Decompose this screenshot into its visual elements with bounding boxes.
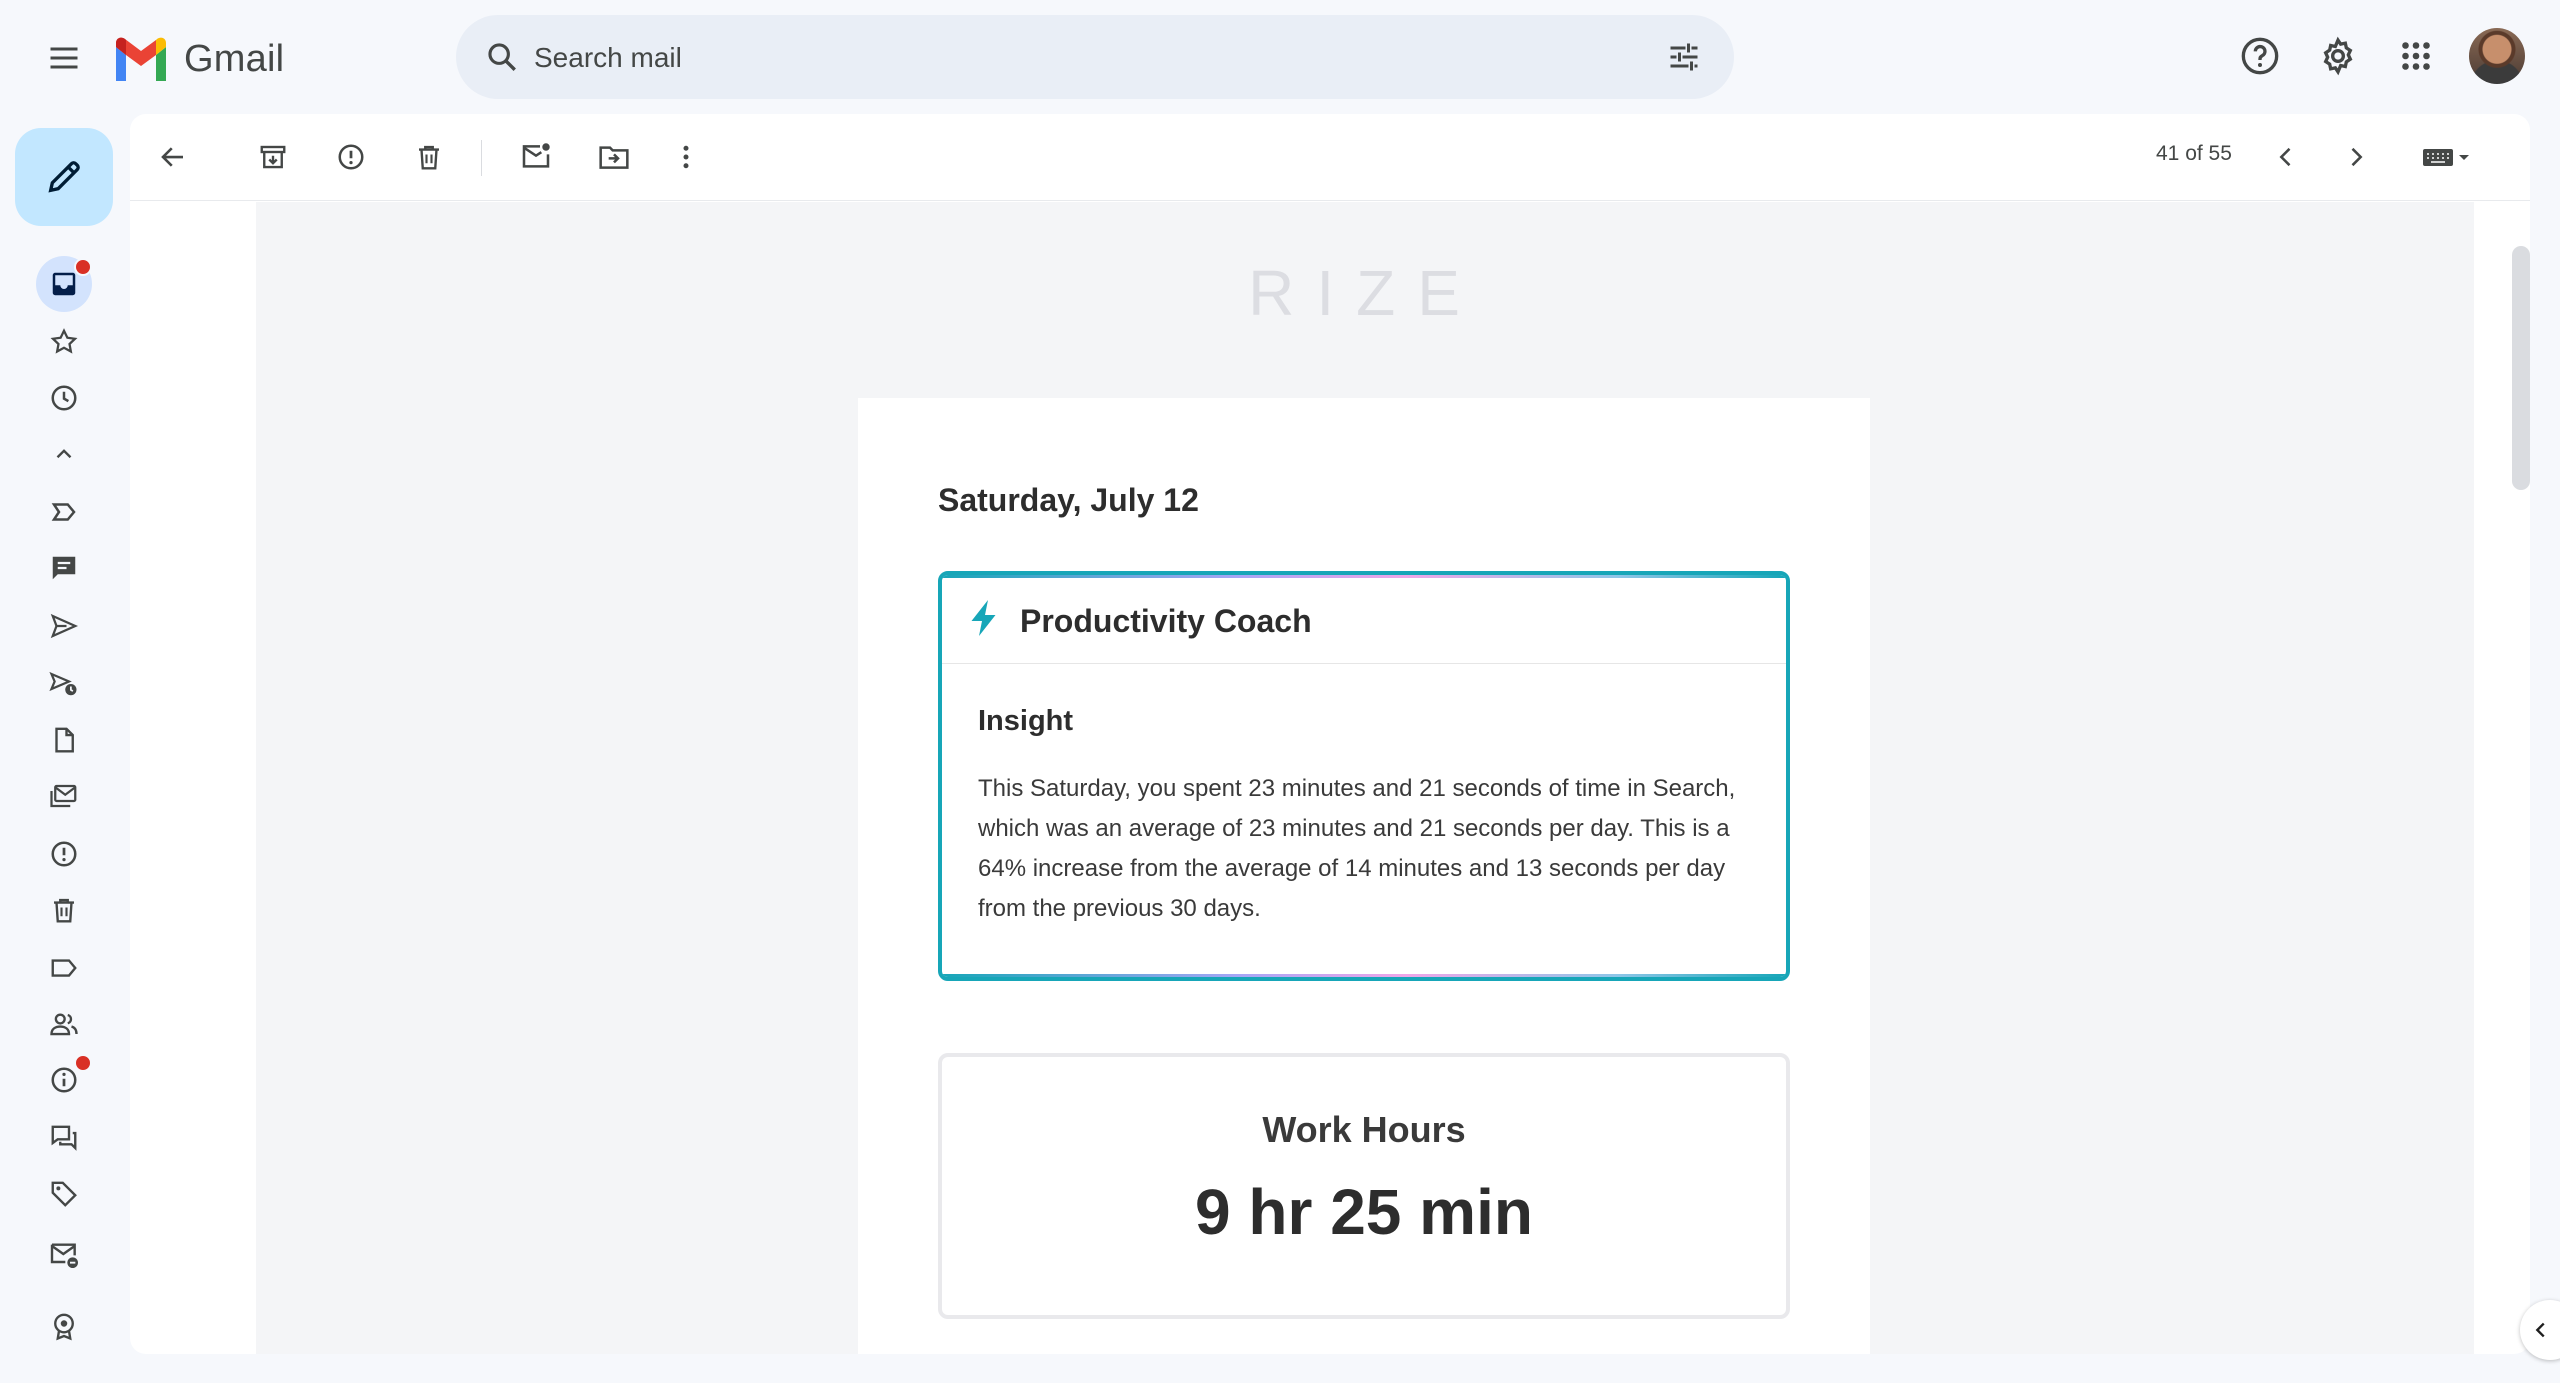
more-vert-icon (683, 145, 689, 169)
apps-grid-icon[interactable] (2384, 24, 2448, 88)
mail-badge-icon (50, 1243, 78, 1268)
people-icon (50, 1013, 78, 1036)
rail-all-mail[interactable] (36, 772, 92, 820)
forum-icon (51, 1125, 77, 1151)
older-button[interactable] (2333, 134, 2379, 180)
info-icon (51, 1067, 77, 1093)
search-input[interactable] (532, 15, 1596, 101)
all-mail-icon (50, 784, 77, 808)
compose-button[interactable] (15, 128, 113, 226)
gmail-wordmark: Gmail (184, 37, 285, 80)
back-button[interactable] (150, 134, 196, 180)
message-panel: 41 of 55 RIZE Saturday, July 12 Producti… (130, 114, 2530, 1354)
spam-icon (51, 841, 77, 867)
spam-icon (338, 144, 364, 170)
keyboard-icon (2423, 149, 2453, 166)
pencil-icon (48, 161, 80, 193)
gmail-m-icon (116, 37, 166, 81)
email-content-card: Saturday, July 12 Productivity Coach Ins… (858, 398, 1870, 1354)
message-counter: 41 of 55 (2156, 142, 2232, 165)
lightning-icon (964, 597, 1006, 639)
chevron-up-icon (56, 449, 72, 459)
rail-snoozed[interactable] (36, 374, 92, 422)
productivity-coach-card: Productivity Coach Insight This Saturday… (938, 571, 1790, 981)
search-bar[interactable] (456, 15, 1734, 101)
caret-down-icon (2459, 155, 2469, 160)
brand-logo-text: RIZE (1248, 257, 1482, 329)
trash-icon (54, 898, 74, 923)
send-icon (50, 613, 79, 639)
arrow-left-icon (161, 147, 183, 167)
chevron-left-icon (2535, 1322, 2545, 1338)
message-toolbar: 41 of 55 (130, 114, 2530, 201)
rail-important[interactable] (36, 488, 92, 536)
rail-social[interactable] (36, 1000, 92, 1048)
rail-spam[interactable] (36, 830, 92, 878)
work-hours-title: Work Hours (1262, 1109, 1466, 1150)
newer-button[interactable] (2263, 134, 2309, 180)
label-important-icon (51, 503, 76, 521)
report-spam-button[interactable] (328, 134, 374, 180)
archive-button[interactable] (250, 134, 296, 180)
rail-drafts[interactable] (36, 716, 92, 764)
delete-button[interactable] (406, 134, 452, 180)
search-options-icon[interactable] (1656, 29, 1712, 85)
input-tools-button[interactable] (2404, 134, 2490, 180)
help-icon[interactable] (2228, 24, 2292, 88)
scheduled-send-icon (49, 671, 77, 696)
rail-forums[interactable] (36, 1114, 92, 1162)
chevron-left-icon (2279, 147, 2291, 167)
email-date-heading: Saturday, July 12 (938, 482, 1199, 518)
draft-icon (55, 727, 74, 753)
rail-mail-badge[interactable] (36, 1230, 92, 1278)
settings-icon[interactable] (2306, 24, 2370, 88)
chat-icon (52, 556, 76, 580)
move-folder-icon (599, 146, 629, 169)
rail-trash[interactable] (36, 886, 92, 934)
inbox-icon (52, 272, 76, 296)
insight-heading: Insight (978, 705, 1074, 737)
rail-promotions[interactable] (36, 1170, 92, 1218)
mark-unread-button[interactable] (513, 134, 559, 180)
archive-icon (260, 145, 286, 169)
toolbar-divider (481, 140, 482, 176)
rail-updates[interactable] (36, 1054, 92, 1104)
scrollbar-thumb[interactable] (2512, 246, 2530, 490)
tag-icon (51, 1181, 77, 1207)
rail-sent[interactable] (36, 602, 92, 650)
gmail-logo[interactable]: Gmail (112, 30, 284, 88)
more-options-button[interactable] (663, 134, 709, 180)
rail-starred[interactable] (36, 318, 92, 366)
rail-rewards[interactable] (36, 1302, 92, 1350)
clock-icon (51, 385, 77, 411)
rail-label[interactable] (36, 944, 92, 992)
star-icon (50, 328, 78, 354)
move-to-button[interactable] (591, 134, 637, 180)
account-avatar[interactable] (2469, 28, 2525, 84)
insight-body: This Saturday, you spent 23 minutes and … (978, 775, 1736, 922)
coach-card-title: Productivity Coach (1020, 603, 1312, 639)
main-menu-button[interactable] (30, 24, 98, 92)
work-hours-value: 9 hr 25 min (1195, 1176, 1533, 1248)
rail-scheduled[interactable] (36, 660, 92, 708)
coach-card-header: Productivity Coach (942, 575, 1786, 664)
rail-inbox[interactable] (36, 256, 92, 312)
rail-collapse[interactable] (36, 430, 92, 478)
award-icon (54, 1313, 74, 1341)
chevron-right-icon (2351, 147, 2363, 167)
work-hours-card: Work Hours 9 hr 25 min (938, 1053, 1790, 1319)
mark-unread-icon (522, 143, 550, 168)
search-icon[interactable] (474, 29, 530, 85)
rail-chats[interactable] (36, 544, 92, 592)
trash-icon (419, 145, 439, 170)
label-icon (51, 959, 77, 977)
